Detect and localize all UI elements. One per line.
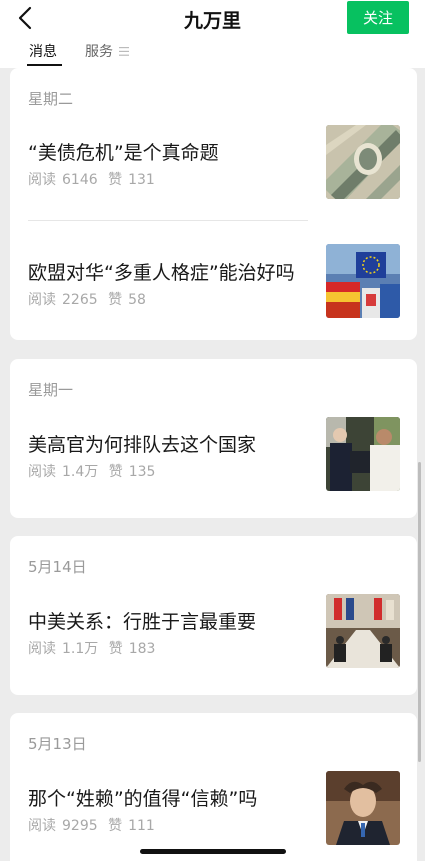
- read-count: 9295: [62, 818, 98, 834]
- follow-button[interactable]: 关注: [347, 1, 409, 34]
- read-label: 阅读: [28, 818, 56, 834]
- read-count: 2265: [62, 292, 98, 308]
- read-label: 阅读: [28, 172, 56, 188]
- like-label: 赞: [108, 818, 123, 834]
- article-title[interactable]: 美高官为何排队去这个国家: [28, 430, 256, 457]
- article-title[interactable]: “美债危机”是个真命题: [28, 138, 219, 165]
- article-title[interactable]: 中美关系：行胜于言最重要: [28, 607, 256, 634]
- eu-flags-image[interactable]: [326, 244, 400, 318]
- date-group-card: 星期一 美高官为何排队去这个国家 阅读 1.4万 赞 135: [10, 359, 417, 518]
- tab-messages[interactable]: 消息: [29, 41, 57, 61]
- conference-table-image[interactable]: [326, 594, 400, 668]
- article-stats: 阅读 1.1万 赞 183: [28, 638, 161, 658]
- date-group-card: 星期二 “美债危机”是个真命题 阅读 6146 赞 131 欧盟对华“多重人格症”能…: [10, 68, 417, 340]
- article-title[interactable]: 欧盟对华“多重人格症”能治好吗: [28, 258, 295, 285]
- read-count: 1.4万: [62, 464, 99, 480]
- like-count: 131: [128, 172, 155, 188]
- home-indicator: [140, 849, 286, 854]
- group-date-label: 5月14日: [28, 558, 87, 576]
- officials-meeting-image[interactable]: [326, 417, 400, 491]
- like-label: 赞: [108, 172, 123, 188]
- like-label: 赞: [108, 464, 123, 480]
- article-stats: 阅读 9295 赞 111: [28, 815, 161, 835]
- read-count: 1.1万: [62, 641, 99, 657]
- article-stats: 阅读 1.4万 赞 135: [28, 461, 161, 481]
- scrollbar[interactable]: [418, 462, 421, 762]
- group-date-label: 5月13日: [28, 735, 87, 753]
- read-label: 阅读: [28, 641, 56, 657]
- active-tab-indicator: [27, 64, 62, 66]
- read-label: 阅读: [28, 292, 56, 308]
- read-count: 6146: [62, 172, 98, 188]
- date-group-card: 5月14日 中美关系：行胜于言最重要 阅读 1.1万 赞 183: [10, 536, 417, 695]
- menu-icon: [119, 46, 129, 56]
- article-stats: 阅读 6146 赞 131: [28, 169, 161, 189]
- article-stats: 阅读 2265 赞 58: [28, 289, 152, 309]
- like-count: 183: [128, 641, 156, 657]
- like-count: 58: [128, 292, 146, 308]
- read-label: 阅读: [28, 464, 56, 480]
- dollar-bills-image[interactable]: [326, 125, 400, 199]
- tab-services-label: 服务: [85, 44, 113, 60]
- like-count: 135: [128, 464, 156, 480]
- article-title[interactable]: 那个“姓赖”的值得“信赖”吗: [28, 784, 257, 811]
- like-label: 赞: [108, 641, 123, 657]
- group-date-label: 星期二: [28, 90, 74, 108]
- group-date-label: 星期一: [28, 381, 74, 399]
- date-group-card: 5月13日 那个“姓赖”的值得“信赖”吗 阅读 9295 赞 111: [10, 713, 417, 861]
- tab-services[interactable]: 服务: [85, 41, 129, 61]
- top-bar: 九万里 关注 消息 服务: [0, 0, 425, 68]
- divider: [28, 220, 308, 221]
- man-portrait-image[interactable]: [326, 771, 400, 845]
- like-count: 111: [128, 818, 155, 834]
- like-label: 赞: [108, 292, 123, 308]
